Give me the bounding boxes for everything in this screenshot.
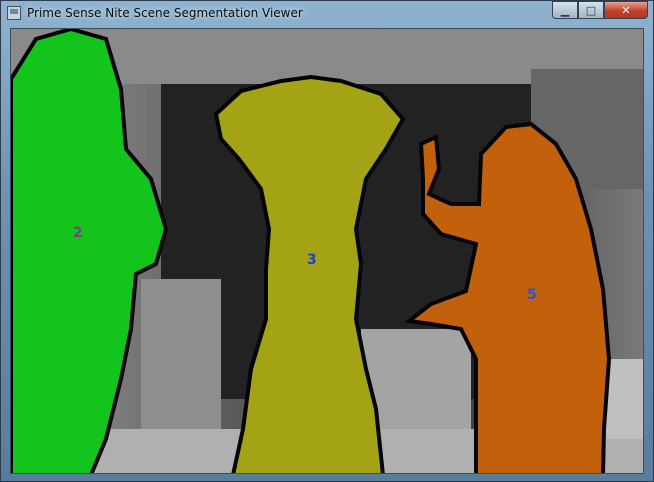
- window-title: Prime Sense Nite Scene Segmentation View…: [27, 6, 303, 20]
- segmentation-view: 2 3 5: [10, 28, 644, 474]
- app-icon: [7, 6, 21, 20]
- close-icon: ✕: [621, 3, 631, 17]
- furniture-left: [141, 279, 221, 429]
- close-button[interactable]: ✕: [604, 1, 648, 19]
- maximize-button[interactable]: □: [578, 1, 604, 19]
- app-window: Prime Sense Nite Scene Segmentation View…: [0, 0, 654, 482]
- maximize-icon: □: [585, 3, 597, 17]
- depth-scene: 2 3 5: [11, 29, 643, 473]
- minimize-icon: ▁: [560, 3, 570, 17]
- minimize-button[interactable]: ▁: [552, 1, 578, 19]
- title-bar[interactable]: Prime Sense Nite Scene Segmentation View…: [1, 1, 653, 27]
- user-5-label: 5: [527, 287, 537, 303]
- user-3-label: 3: [307, 252, 317, 268]
- user-2-label: 2: [73, 225, 83, 241]
